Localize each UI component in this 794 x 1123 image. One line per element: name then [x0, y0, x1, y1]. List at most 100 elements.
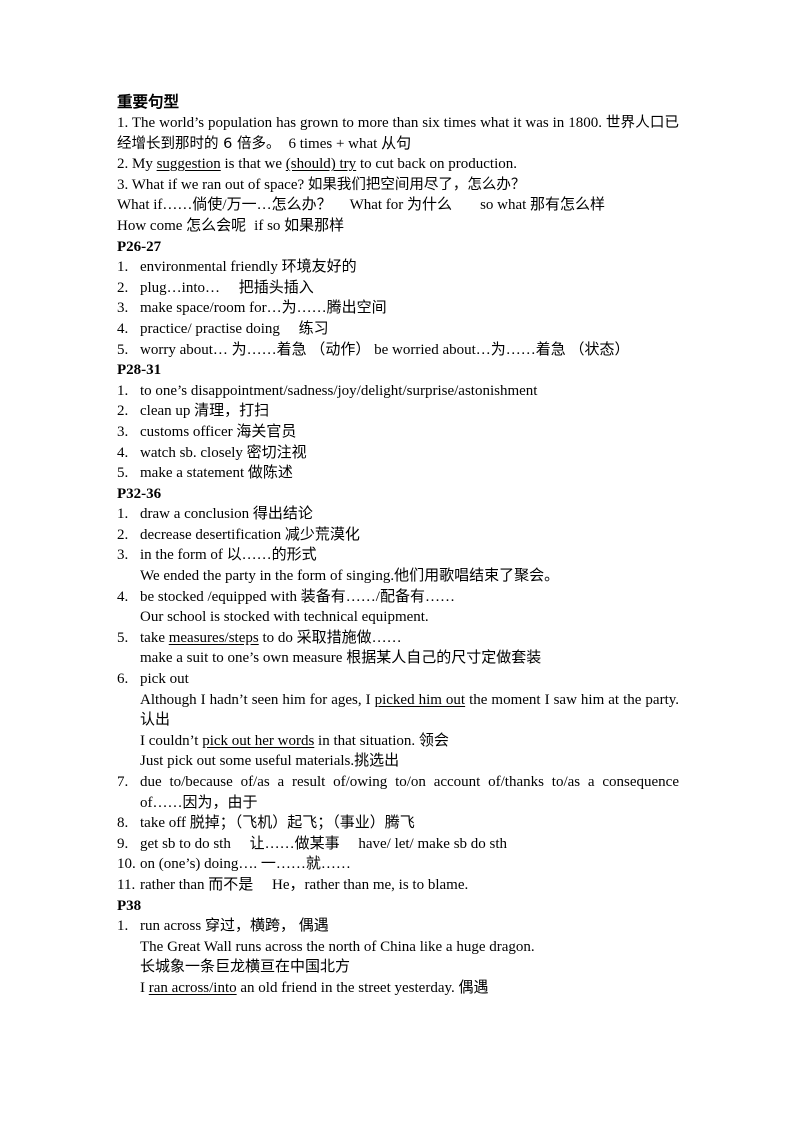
- list-item-text: get sb to do sth 让……做某事 have/ let/ make …: [140, 835, 508, 852]
- intro-item-1: 1. The world’s population has grown to m…: [117, 113, 679, 154]
- list-item-continuation-suffix: an old friend in the street yesterday. 偶…: [236, 979, 489, 996]
- list-item-number: 5.: [117, 341, 129, 358]
- list-item-continuation-prefix: I: [140, 979, 149, 996]
- list-item-continuation: 长城象一条巨龙横亘在中国北方: [140, 959, 351, 976]
- list-item-number: 1.: [117, 506, 129, 523]
- intro-item-2-underline-suggestion: suggestion: [156, 156, 221, 173]
- intro-line-5-b: if so 如果那样: [254, 217, 345, 234]
- list-item-number: 4.: [117, 444, 129, 461]
- list-item-text: customs officer 海关官员: [140, 423, 297, 440]
- intro-line-4-c: so what 那有怎么样: [480, 197, 606, 214]
- list-item: 5. take measures/steps to do 采取措施做……: [117, 628, 679, 649]
- list-item: 3. make space/room for…为……腾出空间: [117, 298, 679, 319]
- list-item: 1. environmental friendly 环境友好的: [117, 257, 679, 278]
- intro-item-2-underline-should-try: (should) try: [285, 156, 357, 173]
- intro-line-4-b: What for 为什么: [349, 197, 453, 214]
- intro-item-3: 3. What if we ran out of space? 如果我们把空间用…: [117, 175, 679, 196]
- list-item-text: worry about… 为……着急 （动作） be worried about…: [140, 341, 630, 358]
- list-item-text: run across 穿过，横跨， 偶遇: [140, 918, 329, 935]
- list-item-text: take off 脱掉；（飞机）起飞；（事业）腾飞: [140, 815, 415, 832]
- list-item-number: 1.: [117, 259, 129, 276]
- intro-line-5: How come 怎么会呢 if so 如果那样: [117, 216, 679, 237]
- intro-item-3-en: 3. What if we ran out of space?: [117, 176, 305, 193]
- intro-line-4-a: What if……倘使/万一…怎么办？: [117, 197, 332, 214]
- list-item-text: in the form of 以……的形式: [140, 547, 317, 564]
- list-item-continuation-prefix: Although I hadn’t seen him for ages, I: [140, 691, 375, 708]
- intro-item-1-en: 1. The world’s population has grown to m…: [117, 115, 602, 131]
- list-item: 1. draw a conclusion 得出结论: [117, 504, 679, 525]
- list-item-continuation: I couldn’t pick out her words in that si…: [117, 731, 679, 752]
- list-item: 11. rather than 而不是 He，rather than me, is…: [117, 875, 679, 896]
- list-item-text: take measures/steps to do 采取措施做……: [140, 628, 679, 649]
- list-item: 4. practice/ practise doing 练习: [117, 319, 679, 340]
- list-item-number: 1.: [117, 918, 129, 935]
- section-heading: P38: [117, 897, 142, 914]
- list-item-continuation: make a suit to one’s own measure 根据某人自己的…: [140, 650, 542, 667]
- sections-container: P26-27 1. environmental friendly 环境友好的 2. pl…: [117, 237, 679, 999]
- list-item-number: 6.: [117, 671, 129, 688]
- list-item-text: draw a conclusion 得出结论: [140, 506, 313, 523]
- list-item-number: 5.: [117, 465, 129, 482]
- list-item-continuation: I ran across/into an old friend in the s…: [117, 978, 679, 999]
- list-item-number: 5.: [117, 629, 129, 646]
- section-heading: P28-31: [117, 362, 162, 379]
- list-item-text: watch sb. closely 密切注视: [140, 444, 307, 461]
- list-item: 10. on (one’s) doing…. 一……就……: [117, 854, 679, 875]
- document-content: 重要句型 1. The world’s population has grown…: [117, 92, 679, 999]
- list-item: 9. get sb to do sth 让……做某事 have/ let/ mak…: [117, 834, 679, 855]
- list-item-number: 7.: [117, 774, 129, 790]
- intro-item-2-prefix: 2. My: [117, 156, 157, 173]
- list-item-continuation: Just pick out some useful materials.挑选出: [140, 753, 400, 770]
- list-item-text: environmental friendly 环境友好的: [140, 259, 357, 276]
- list-item-continuation-underline: ran across/into: [148, 979, 237, 996]
- page-title: 重要句型: [117, 94, 180, 111]
- list-item-text: rather than 而不是 He，rather than me, is to…: [140, 876, 469, 893]
- list-item: 2. plug…into… 把插头插入: [117, 278, 679, 299]
- section-heading: P26-27: [117, 238, 162, 255]
- list-item-text: due to/because of/as a result of/owing t…: [140, 774, 679, 811]
- list-item: 1. run across 穿过，横跨， 偶遇: [117, 916, 679, 937]
- list-item-number: 8.: [117, 815, 129, 832]
- section-heading: P32-36: [117, 485, 162, 502]
- intro-item-2: 2. My suggestion is that we (should) try…: [117, 154, 679, 175]
- list-item-continuation: We ended the party in the form of singin…: [140, 568, 560, 585]
- list-item: 8. take off 脱掉；（飞机）起飞；（事业）腾飞: [117, 813, 679, 834]
- list-item-number: 2.: [117, 526, 129, 543]
- list-item-number: 1.: [117, 382, 129, 399]
- list-item-text: make space/room for…为……腾出空间: [140, 300, 387, 317]
- list-item: 6. pick out: [117, 669, 679, 690]
- list-item-text: make a statement 做陈述: [140, 465, 293, 482]
- list-item-number: 3.: [117, 300, 129, 317]
- list-item-continuation: The Great Wall runs across the north of …: [140, 938, 535, 955]
- list-item-continuation-underline: picked him out: [374, 691, 466, 708]
- list-item-continuation-prefix: I couldn’t: [140, 732, 203, 749]
- list-item-text: to one’s disappointment/sadness/joy/deli…: [140, 382, 538, 399]
- list-item: 2. decrease desertification 减少荒漠化: [117, 525, 679, 546]
- list-item-text: on (one’s) doing…. 一……就……: [140, 856, 351, 873]
- list-item-text: pick out: [140, 671, 189, 688]
- intro-item-2-mid: is that we: [220, 156, 286, 173]
- list-item-text: practice/ practise doing 练习: [140, 320, 329, 337]
- list-item-text-underline: measures/steps: [168, 629, 259, 646]
- list-item: 1. to one’s disappointment/sadness/joy/de…: [117, 381, 679, 402]
- list-item-number: 10.: [117, 856, 136, 873]
- list-item-number: 3.: [117, 423, 129, 440]
- list-item: 3. in the form of 以……的形式: [117, 545, 679, 566]
- list-item-text-prefix: take: [140, 629, 169, 646]
- list-item-number: 2.: [117, 403, 129, 420]
- list-item: 5. make a statement 做陈述: [117, 463, 679, 484]
- list-item-number: 11.: [117, 876, 136, 893]
- document-page: 重要句型 1. The world’s population has grown…: [0, 0, 794, 1123]
- list-item-continuation-underline: pick out her words: [202, 732, 315, 749]
- list-item-text: plug…into… 把插头插入: [140, 279, 314, 296]
- list-item-continuation-suffix: in that situation. 领会: [314, 732, 449, 749]
- list-item-number: 9.: [117, 835, 129, 852]
- intro-item-2-suffix: to cut back on production.: [356, 156, 517, 173]
- intro-line-5-a: How come 怎么会呢: [117, 217, 247, 234]
- list-item-number: 3.: [117, 547, 129, 564]
- list-item-continuation: Although I hadn’t seen him for ages, I p…: [117, 690, 679, 731]
- list-item-text-suffix: to do 采取措施做……: [258, 629, 402, 646]
- list-item-text: decrease desertification 减少荒漠化: [140, 526, 360, 543]
- list-item: 5. worry about… 为……着急 （动作） be worried abo…: [117, 340, 679, 361]
- list-item-text: clean up 清理，打扫: [140, 403, 270, 420]
